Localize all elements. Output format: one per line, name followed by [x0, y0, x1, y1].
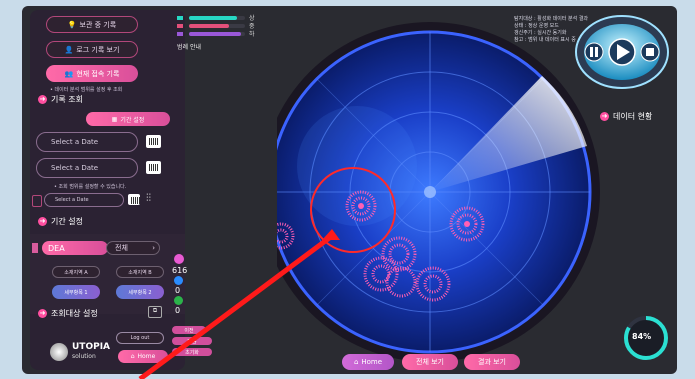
annotation-arrow — [138, 229, 340, 379]
